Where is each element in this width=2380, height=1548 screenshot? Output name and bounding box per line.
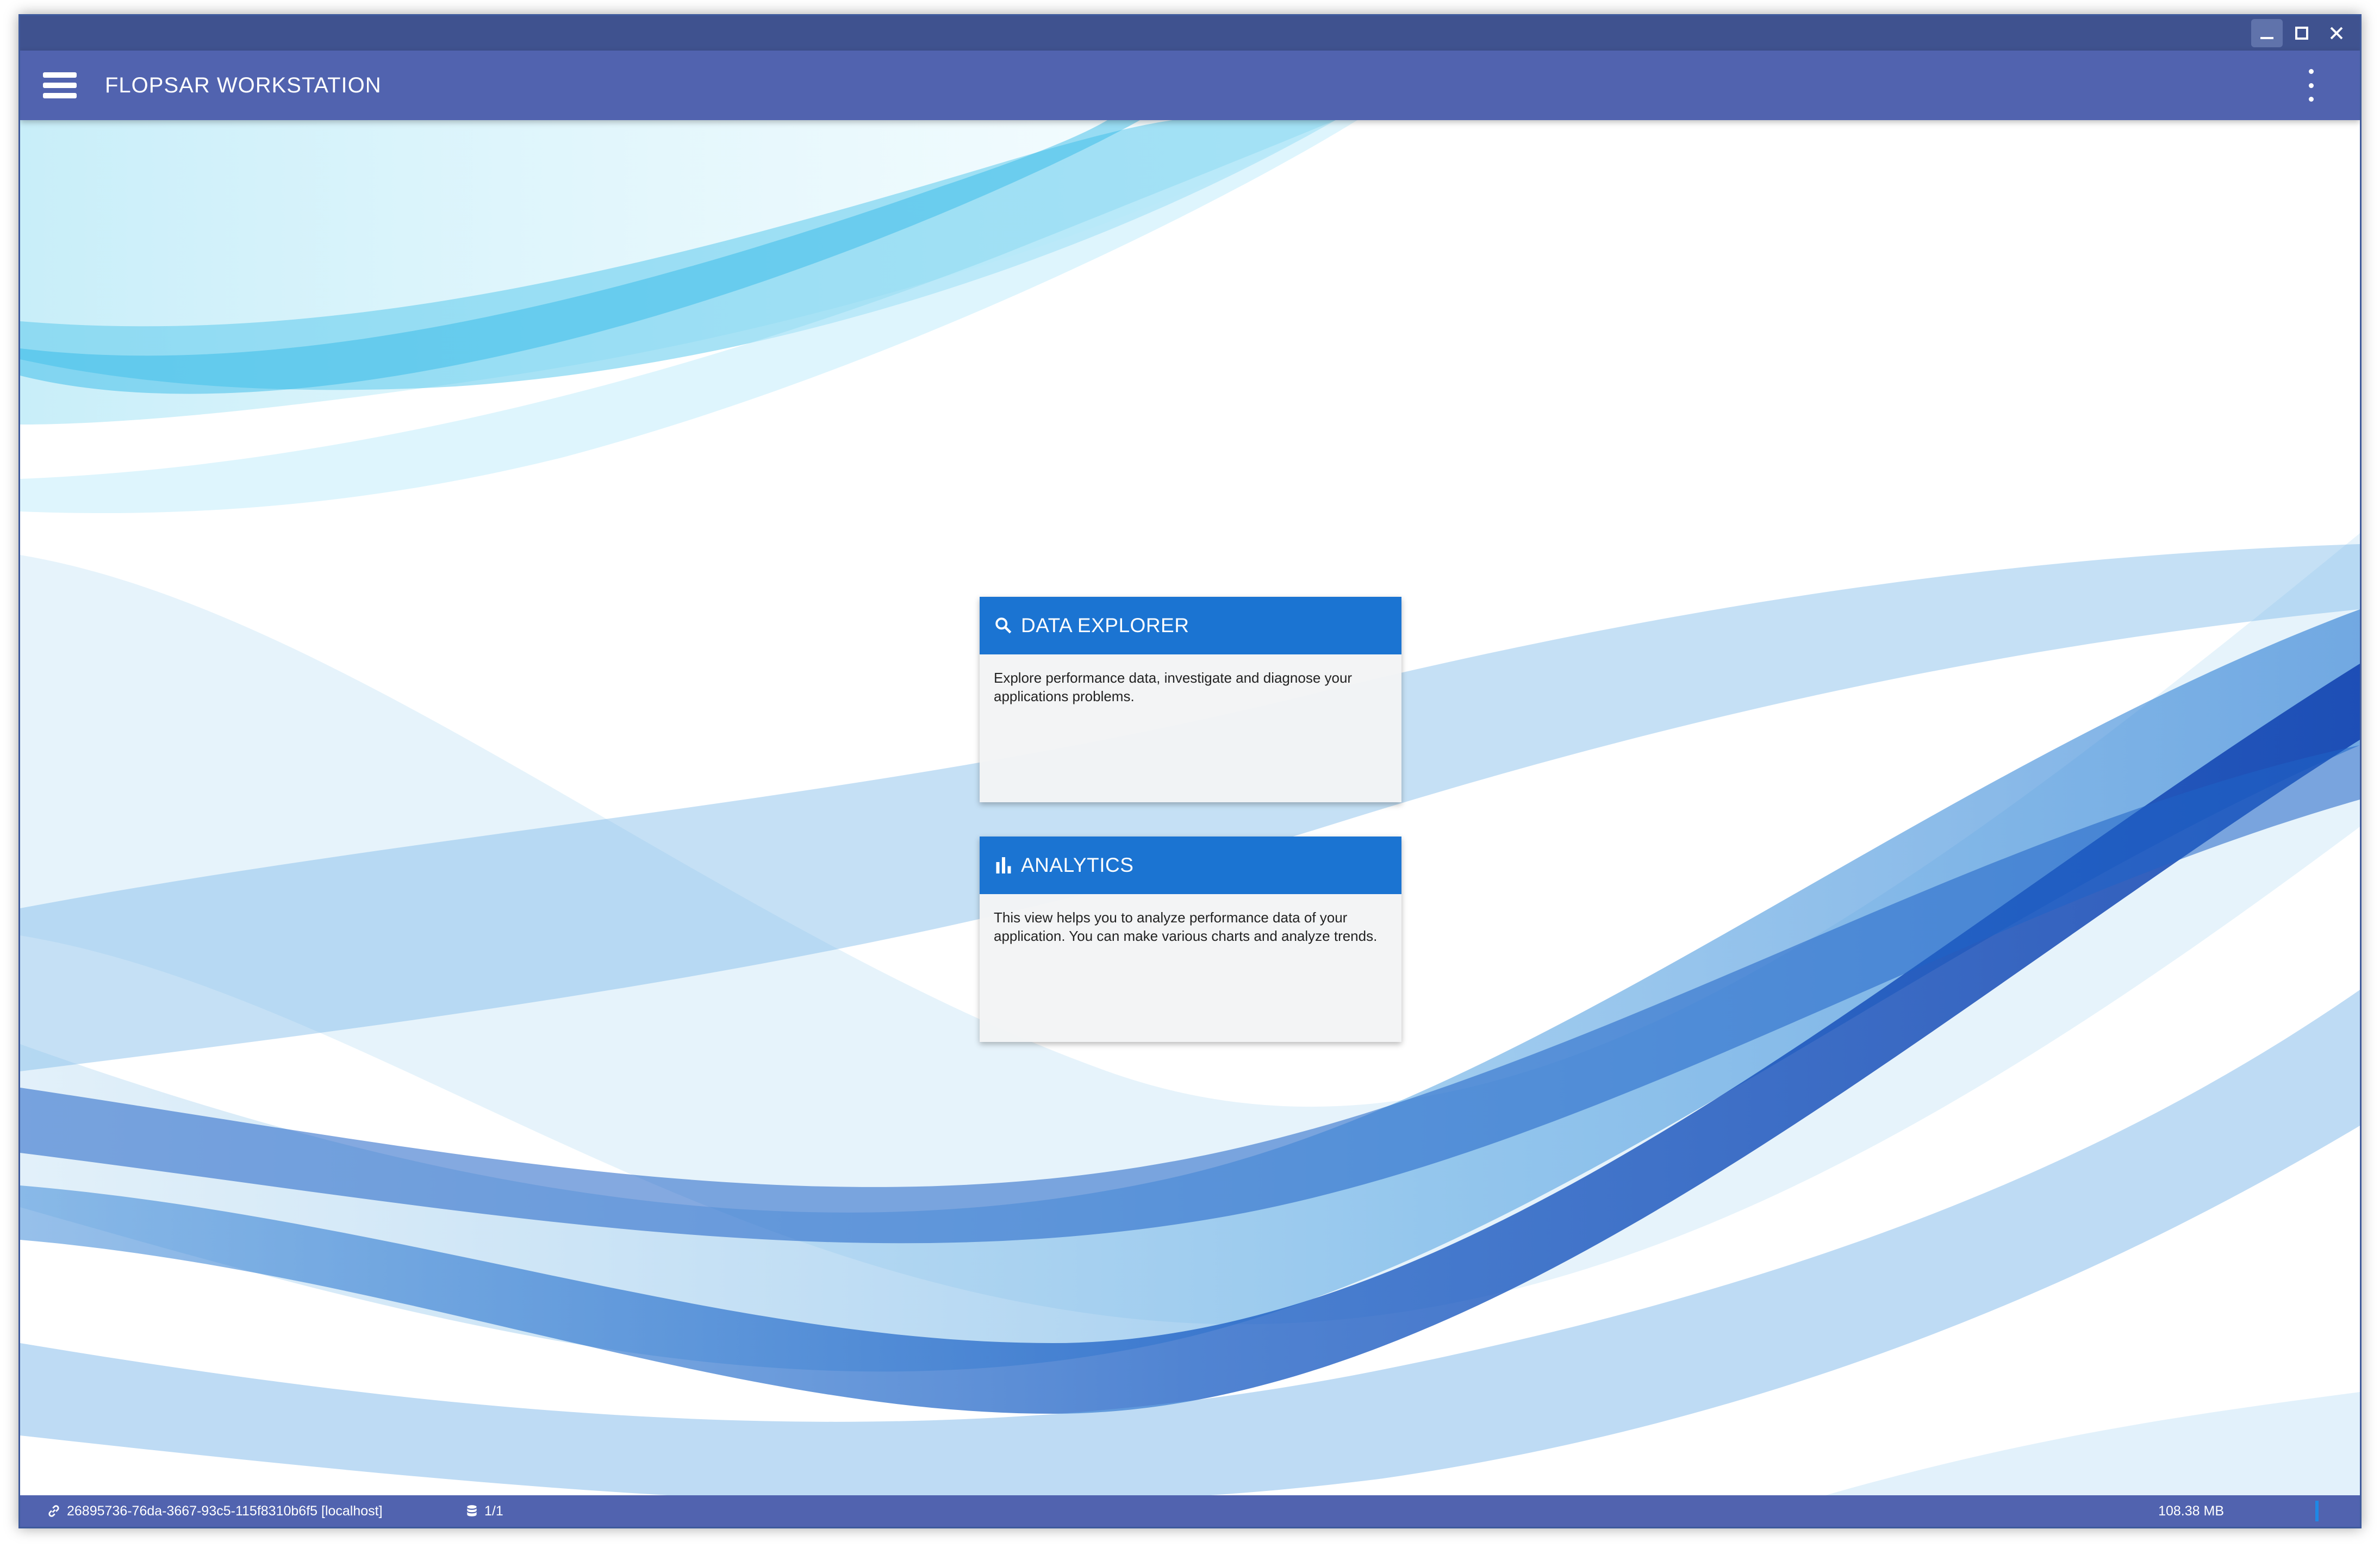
more-vert-icon-dot bbox=[2308, 83, 2314, 88]
app-bar: FLOPSAR WORKSTATION bbox=[20, 51, 2360, 120]
link-icon bbox=[48, 1505, 59, 1517]
memory-usage-bar bbox=[2315, 1501, 2319, 1521]
data-explorer-title: DATA EXPLORER bbox=[1021, 614, 1189, 636]
connection-id: 26895736-76da-3667-93c5-115f8310b6f5 [lo… bbox=[67, 1503, 383, 1519]
search-icon bbox=[995, 617, 1012, 634]
hamburger-icon-line bbox=[43, 93, 77, 98]
app-window: FLOPSAR WORKSTATION DATA EXPLORER Explor… bbox=[18, 14, 2362, 1528]
window-titlebar[interactable] bbox=[20, 16, 2360, 51]
more-options-button[interactable] bbox=[2306, 69, 2316, 102]
data-explorer-card-header[interactable]: DATA EXPLORER bbox=[980, 597, 1401, 654]
menu-button[interactable] bbox=[43, 70, 77, 101]
background-wave-graphic bbox=[20, 120, 2360, 1499]
minimize-button[interactable] bbox=[2251, 19, 2283, 47]
data-explorer-description: Explore performance data, investigate an… bbox=[994, 670, 1353, 704]
main-content: DATA EXPLORER Explore performance data, … bbox=[20, 120, 2360, 1499]
memory-status: 108.38 MB bbox=[2158, 1495, 2224, 1527]
memory-usage: 108.38 MB bbox=[2158, 1503, 2224, 1519]
database-icon bbox=[467, 1505, 477, 1516]
more-vert-icon-dot bbox=[2308, 97, 2314, 102]
connection-status: 26895736-76da-3667-93c5-115f8310b6f5 [lo… bbox=[46, 1495, 383, 1527]
maximize-button[interactable] bbox=[2286, 19, 2317, 47]
bar-chart-icon bbox=[996, 857, 1011, 873]
window-controls bbox=[2251, 19, 2352, 47]
hamburger-icon-line bbox=[43, 72, 77, 78]
status-bar: 26895736-76da-3667-93c5-115f8310b6f5 [lo… bbox=[20, 1495, 2360, 1527]
close-icon bbox=[2330, 27, 2343, 40]
analytics-card-header[interactable]: ANALYTICS bbox=[980, 837, 1401, 894]
hamburger-icon-line bbox=[43, 83, 77, 88]
database-status: 1/1 bbox=[465, 1495, 503, 1527]
close-button[interactable] bbox=[2321, 19, 2352, 47]
maximize-icon bbox=[2295, 27, 2308, 40]
analytics-card[interactable]: ANALYTICS This view helps you to analyze… bbox=[980, 837, 1401, 1042]
data-explorer-card[interactable]: DATA EXPLORER Explore performance data, … bbox=[980, 597, 1401, 802]
app-title: FLOPSAR WORKSTATION bbox=[105, 73, 382, 97]
more-vert-icon-dot bbox=[2308, 69, 2314, 74]
database-count: 1/1 bbox=[484, 1503, 503, 1519]
analytics-description: This view helps you to analyze performan… bbox=[994, 909, 1378, 944]
analytics-title: ANALYTICS bbox=[1021, 854, 1134, 876]
minimize-icon bbox=[2260, 37, 2273, 39]
